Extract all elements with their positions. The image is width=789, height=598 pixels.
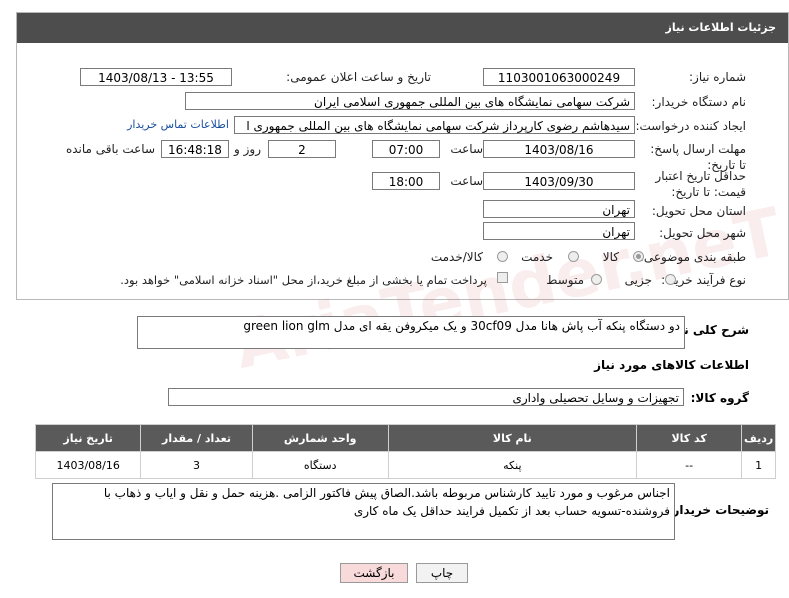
title-bar: جزئیات اطلاعات نیاز — [17, 13, 788, 43]
category-radio-service[interactable] — [568, 251, 579, 262]
process-radio-minor[interactable] — [665, 274, 676, 285]
treasury-payment-note: پرداخت تمام یا بخشی از مبلغ خرید،از محل … — [120, 273, 487, 287]
need-number-field[interactable]: 1103001063000249 — [483, 68, 635, 86]
category-radio-goods[interactable] — [633, 251, 644, 262]
category-option-service: خدمت — [521, 250, 553, 264]
category-label: طبقه بندی موضوعی: — [639, 250, 746, 264]
col-unit-header: واحد شمارش — [251, 424, 389, 452]
col-name-header: نام کالا — [387, 424, 638, 452]
items-table: ردیف کد کالا نام کالا واحد شمارش تعداد /… — [34, 424, 776, 479]
remaining-time-field[interactable]: 16:48:18 — [161, 140, 229, 158]
col-row-header: ردیف — [741, 424, 776, 452]
item-need-date: 1403/08/16 — [34, 451, 142, 479]
description-field[interactable]: دو دستگاه پنکه آب پاش هانا مدل 30cf09 و … — [137, 316, 685, 349]
print-button[interactable]: چاپ — [416, 563, 468, 583]
contact-info-link[interactable]: اطلاعات تماس خریدار — [127, 118, 229, 131]
category-option-goods: کالا — [602, 250, 619, 264]
goods-section-title: اطلاعات کالاهای مورد نیاز — [594, 358, 749, 372]
validity-time-field[interactable]: 18:00 — [372, 172, 440, 190]
back-button[interactable]: بازگشت — [340, 563, 408, 583]
row-number: 1 — [741, 451, 776, 479]
province-label: استان محل تحویل: — [651, 204, 746, 218]
col-qty-header: تعداد / مقدار — [140, 424, 253, 452]
buyer-notes-label: توضیحات خریدار: — [667, 503, 769, 517]
validity-date-field[interactable]: 1403/09/30 — [483, 172, 635, 190]
item-unit: دستگاه — [251, 451, 389, 479]
creator-field[interactable]: سیدهاشم رضوی کارپرداز شرکت سهامی نمایشگا… — [234, 116, 635, 134]
goods-group-label: گروه کالا: — [690, 391, 749, 405]
validity-label: حداقل تاریخ اعتبار قیمت: تا تاریخ: — [655, 169, 746, 199]
city-field[interactable]: تهران — [483, 222, 635, 240]
treasury-payment-checkbox[interactable] — [497, 272, 508, 283]
buyer-field[interactable]: شرکت سهامی نمایشگاه های بین المللی جمهور… — [185, 92, 635, 110]
process-radio-medium[interactable] — [591, 274, 602, 285]
validity-time-label: ساعت — [450, 174, 483, 188]
need-number-label: شماره نیاز: — [689, 70, 746, 84]
remaining-label: ساعت باقی مانده — [65, 142, 155, 156]
province-field[interactable]: تهران — [483, 200, 635, 218]
process-option-minor: جزیی — [624, 273, 652, 287]
deadline-date-field[interactable]: 1403/08/16 — [483, 140, 635, 158]
col-date-header: تاریخ نیاز — [34, 424, 142, 452]
items-table-header: ردیف کد کالا نام کالا واحد شمارش تعداد /… — [34, 424, 776, 452]
goods-group-field[interactable]: تجهیزات و وسایل تحصیلی واداری — [168, 388, 684, 406]
item-name: پنکه — [387, 451, 638, 479]
days-label: روز و — [234, 142, 261, 156]
announce-label: تاریخ و ساعت اعلان عمومی: — [286, 70, 431, 84]
category-radio-goods-service[interactable] — [497, 251, 508, 262]
days-field[interactable]: 2 — [268, 140, 336, 158]
deadline-time-field[interactable]: 07:00 — [372, 140, 440, 158]
item-code: -- — [636, 451, 743, 479]
page-title: جزئیات اطلاعات نیاز — [665, 21, 777, 34]
buyer-label: نام دستگاه خریدار: — [651, 95, 747, 109]
announce-field[interactable]: 1403/08/13 - 13:55 — [80, 68, 232, 86]
deadline-time-label: ساعت — [450, 142, 483, 156]
process-option-medium: متوسط — [546, 273, 584, 287]
category-option-goods-service: کالا/خدمت — [430, 250, 483, 264]
city-label: شهر محل تحویل: — [659, 226, 746, 240]
table-row[interactable]: 1 -- پنکه دستگاه 3 1403/08/16 — [34, 451, 776, 479]
buyer-notes-field[interactable]: اجناس مرغوب و مورد تایید کارشناس مربوطه … — [52, 483, 675, 540]
creator-label: ایجاد کننده درخواست: — [635, 119, 746, 133]
col-code-header: کد کالا — [636, 424, 743, 452]
item-quantity: 3 — [140, 451, 253, 479]
